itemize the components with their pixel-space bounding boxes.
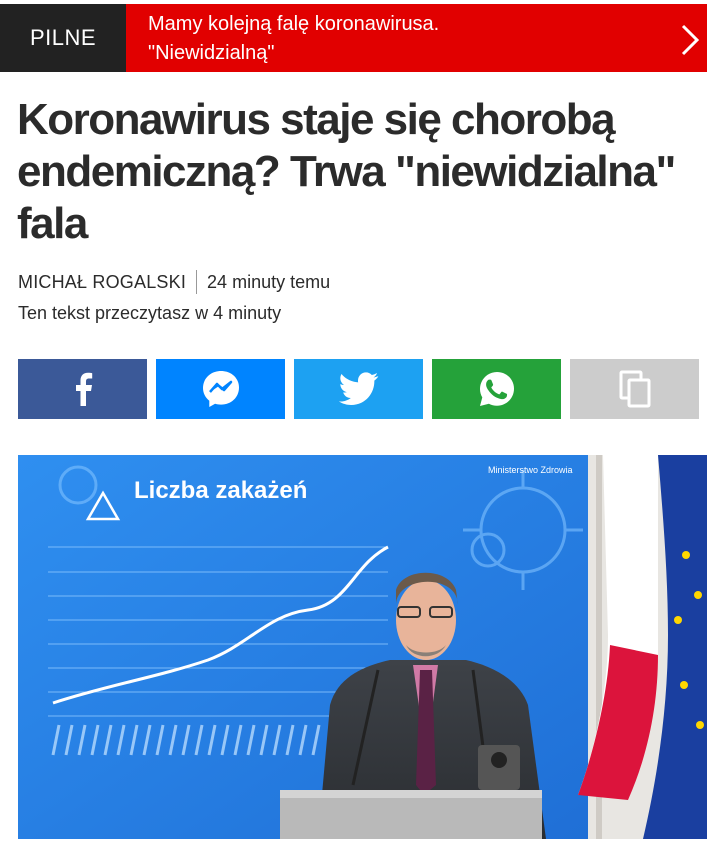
- copy-link-button[interactable]: [570, 359, 699, 419]
- photo-illustration: Liczba zakażeń Ministerstwo Zdrowia: [18, 455, 707, 839]
- facebook-icon: [75, 372, 92, 406]
- copy-icon: [619, 370, 650, 408]
- share-twitter-button[interactable]: [294, 359, 423, 419]
- share-messenger-button[interactable]: [156, 359, 285, 419]
- publish-time: 24 minuty temu: [207, 271, 331, 292]
- meta-divider: [196, 270, 198, 294]
- breaking-label: PILNE: [0, 4, 126, 72]
- ministry-label: Ministerstwo Zdrowia: [488, 465, 573, 475]
- breaking-message[interactable]: Mamy kolejną falę koronawirusa. "Niewidz…: [126, 4, 707, 72]
- author-name[interactable]: Michał Rogalski: [18, 272, 186, 293]
- breaking-message-line1: Mamy kolejną falę koronawirusa.: [148, 13, 440, 35]
- breaking-message-line2: "Niewidzialną": [148, 42, 275, 64]
- read-time: Ten tekst przeczytasz w 4 minuty: [18, 303, 282, 323]
- article-headline: Koronawirus staje się chorobą endemiczną…: [17, 95, 676, 248]
- share-facebook-button[interactable]: [18, 359, 147, 419]
- breaking-news-bar[interactable]: PILNE Mamy kolejną falę koronawirusa. "N…: [0, 4, 707, 72]
- article-photo[interactable]: Liczba zakażeń Ministerstwo Zdrowia: [18, 455, 707, 839]
- share-whatsapp-button[interactable]: [432, 359, 561, 419]
- screen-title: Liczba zakażeń: [134, 477, 307, 504]
- chevron-right-icon: [681, 24, 700, 56]
- messenger-icon: [202, 371, 239, 407]
- article-meta: Michał Rogalski 24 minuty temu: [18, 270, 330, 294]
- twitter-icon: [338, 372, 378, 405]
- share-bar: [18, 359, 699, 419]
- whatsapp-icon: [479, 372, 514, 406]
